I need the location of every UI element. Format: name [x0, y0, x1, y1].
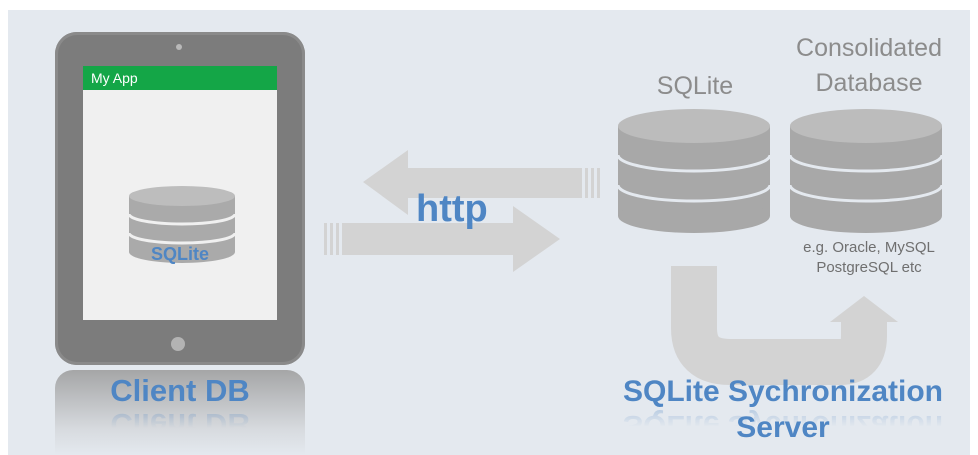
- examples-line2: PostgreSQL etc: [816, 259, 922, 276]
- app-title-bar: My App: [83, 66, 277, 90]
- consolidated-db-label-line1: Consolidated: [796, 34, 942, 62]
- client-db-caption: Client DB: [110, 373, 250, 408]
- consolidated-database-icon: [790, 109, 942, 233]
- sync-server-caption-reflection: SQLite Sychronization: [622, 409, 944, 442]
- sync-arrow: [671, 266, 898, 385]
- diagram-canvas: My App SQLite Client DB Client DB http S…: [8, 10, 970, 455]
- sync-server-caption-line1: SQLite Sychronization: [622, 375, 944, 408]
- camera-dot: [176, 44, 182, 50]
- client-db-caption-reflection: Client DB: [110, 407, 250, 442]
- http-label: http: [416, 188, 488, 230]
- consolidated-db-examples: e.g. Oracle, MySQL PostgreSQL etc: [778, 238, 960, 278]
- server-sqlite-database-icon: [618, 109, 770, 233]
- server-sqlite-label: SQLite: [656, 72, 734, 100]
- client-db-label: SQLite: [150, 244, 209, 264]
- tablet-device: My App SQLite: [55, 32, 305, 365]
- tablet-screen: My App SQLite: [83, 66, 277, 320]
- examples-line1: e.g. Oracle, MySQL: [803, 239, 935, 256]
- home-button: [171, 337, 185, 351]
- consolidated-db-label-line2: Database: [815, 69, 923, 97]
